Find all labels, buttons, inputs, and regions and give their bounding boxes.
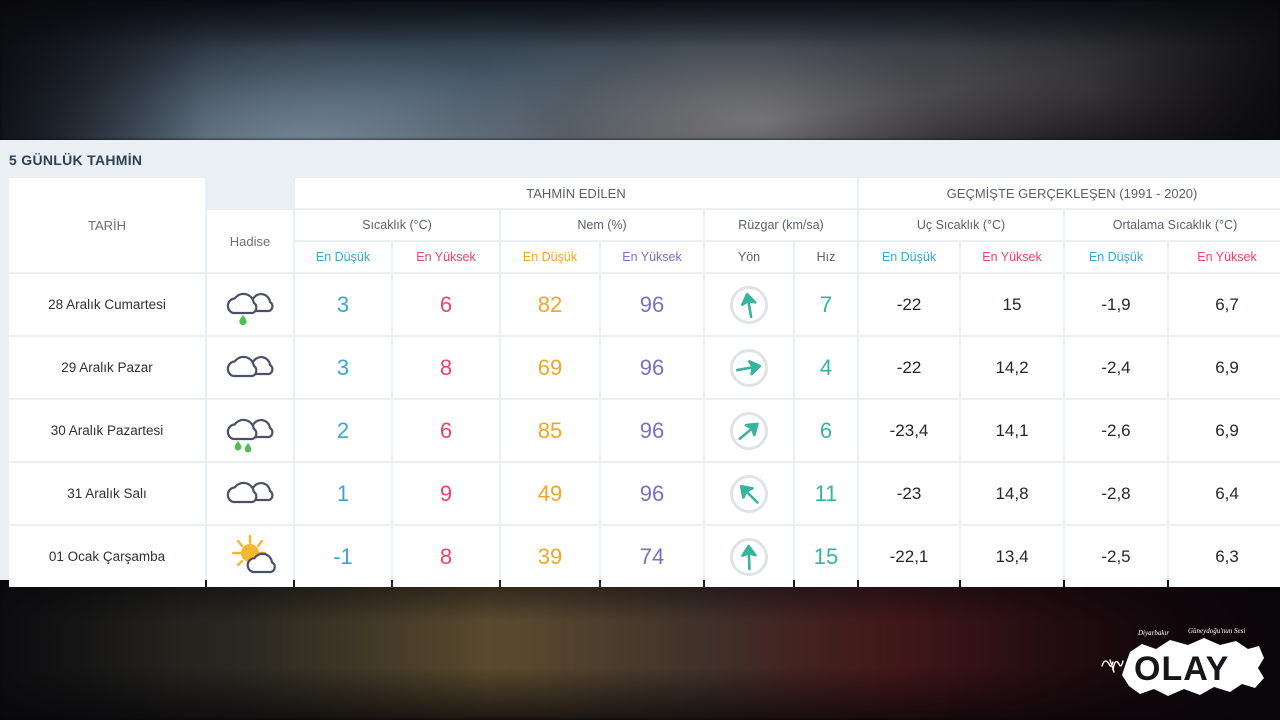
subgroup-header-sicaklik: Sıcaklık (°C)	[295, 210, 499, 240]
cell-hum-max: 74	[601, 526, 703, 587]
footer-background-vignette	[0, 580, 1280, 720]
group-header-history: GEÇMİŞTE GERÇEKLEŞEN (1991 - 2020)	[859, 178, 1280, 208]
cell-ext-min: -23,4	[859, 400, 959, 461]
cell-ext-max: 15	[961, 274, 1063, 335]
cell-temp-min: 3	[295, 274, 391, 335]
col-header-wind-dir: Yön	[705, 242, 793, 272]
col-header-temp-min: En Düşük	[295, 242, 391, 272]
cell-temp-max: 9	[393, 463, 499, 524]
col-header-avg-min: En Düşük	[1065, 242, 1167, 272]
cell-wind-speed: 7	[795, 274, 857, 335]
col-header-hum-max: En Yüksek	[601, 242, 703, 272]
subgroup-header-ruzgar: Rüzgar (km/sa)	[705, 210, 857, 240]
cell-avg-min: -1,9	[1065, 274, 1167, 335]
cell-wind-speed: 11	[795, 463, 857, 524]
col-header-wind-speed: Hız	[795, 242, 857, 272]
col-header-temp-max: En Yüksek	[393, 242, 499, 272]
cell-ext-min: -22	[859, 337, 959, 398]
cell-avg-max: 6,4	[1169, 463, 1280, 524]
cell-ext-max: 14,1	[961, 400, 1063, 461]
cell-ext-min: -23	[859, 463, 959, 524]
cell-avg-max: 6,9	[1169, 400, 1280, 461]
wind-arrow-southeast-icon	[705, 463, 793, 524]
cell-hum-max: 96	[601, 400, 703, 461]
cell-temp-min: -1	[295, 526, 391, 587]
cell-ext-max: 13,4	[961, 526, 1063, 587]
subgroup-header-uc-sicaklik: Uç Sıcaklık (°C)	[859, 210, 1063, 240]
col-header-avg-max: En Yüksek	[1169, 242, 1280, 272]
olay-logo: OLAY Diyarbakır Güneydoğu'nun Sesi	[1096, 618, 1272, 710]
cell-avg-min: -2,4	[1065, 337, 1167, 398]
cell-hum-max: 96	[601, 274, 703, 335]
group-header-forecast: TAHMİN EDİLEN	[295, 178, 857, 208]
sun-cloud-icon	[207, 526, 293, 587]
cell-ext-min: -22	[859, 274, 959, 335]
cell-avg-max: 6,9	[1169, 337, 1280, 398]
cell-avg-max: 6,3	[1169, 526, 1280, 587]
cell-ext-max: 14,2	[961, 337, 1063, 398]
wind-arrow-west-icon	[705, 337, 793, 398]
cell-hum-min: 69	[501, 337, 599, 398]
cell-temp-min: 3	[295, 337, 391, 398]
cell-temp-max: 8	[393, 337, 499, 398]
cell-date: 01 Ocak Çarşamba	[9, 526, 205, 587]
cell-date: 30 Aralık Pazartesi	[9, 400, 205, 461]
cell-wind-speed: 15	[795, 526, 857, 587]
cell-wind-speed: 6	[795, 400, 857, 461]
table-row: 29 Aralık Pazar 386996 4-2214,2-2,46,9	[9, 337, 1280, 398]
cell-wind-speed: 4	[795, 337, 857, 398]
wind-arrow-south-icon	[705, 526, 793, 587]
rain-cloud-heavy-icon	[207, 400, 293, 461]
cell-date: 31 Aralık Salı	[9, 463, 205, 524]
cell-temp-max: 6	[393, 274, 499, 335]
cell-hum-min: 39	[501, 526, 599, 587]
logo-tagline-left: Diyarbakır	[1137, 629, 1169, 637]
col-header-ext-min: En Düşük	[859, 242, 959, 272]
col-header-hadise: Hadise	[207, 210, 293, 272]
page-title: 5 GÜNLÜK TAHMİN	[0, 140, 1280, 176]
col-header-hum-min: En Düşük	[501, 242, 599, 272]
svg-text:OLAY: OLAY	[1134, 650, 1229, 688]
table-row: 30 Aralık Pazartesi2685966-23,414,1-2,66…	[9, 400, 1280, 461]
header-spacer	[207, 178, 293, 208]
cell-temp-max: 6	[393, 400, 499, 461]
cell-temp-min: 1	[295, 463, 391, 524]
cell-avg-max: 6,7	[1169, 274, 1280, 335]
table-row: 31 Aralık Salı 194996 11-2314,8-2,86,4	[9, 463, 1280, 524]
cell-hum-min: 82	[501, 274, 599, 335]
cell-ext-min: -22,1	[859, 526, 959, 587]
subgroup-header-nem: Nem (%)	[501, 210, 703, 240]
cell-temp-max: 8	[393, 526, 499, 587]
cell-hum-max: 96	[601, 463, 703, 524]
cell-avg-min: -2,8	[1065, 463, 1167, 524]
table-header-row-groups: TARİH TAHMİN EDİLEN GEÇMİŞTE GERÇEKLEŞEN…	[9, 178, 1280, 208]
table-body: 28 Aralık Cumartesi3682967-2215-1,96,729…	[9, 274, 1280, 587]
cell-date: 28 Aralık Cumartesi	[9, 274, 205, 335]
cell-ext-max: 14,8	[961, 463, 1063, 524]
forecast-table: TARİH TAHMİN EDİLEN GEÇMİŞTE GERÇEKLEŞEN…	[7, 176, 1280, 589]
table-row: 01 Ocak Çarşamba -183974 15-22,113,4-2,56,…	[9, 526, 1280, 587]
cell-hum-max: 96	[601, 337, 703, 398]
table-row: 28 Aralık Cumartesi 368296 7-2215-1,96,7	[9, 274, 1280, 335]
logo-tagline-right: Güneydoğu'nun Sesi	[1188, 627, 1245, 635]
wind-arrow-southwest-icon	[705, 400, 793, 461]
cell-hum-min: 49	[501, 463, 599, 524]
cell-temp-min: 2	[295, 400, 391, 461]
rain-cloud-icon	[207, 274, 293, 335]
col-header-ext-max: En Yüksek	[961, 242, 1063, 272]
cloudy-icon	[207, 463, 293, 524]
header-background-vignette	[0, 0, 1280, 140]
cell-avg-min: -2,6	[1065, 400, 1167, 461]
col-header-tarih: TARİH	[9, 178, 205, 272]
subgroup-header-ortalama-sicaklik: Ortalama Sıcaklık (°C)	[1065, 210, 1280, 240]
cell-hum-min: 85	[501, 400, 599, 461]
cell-date: 29 Aralık Pazar	[9, 337, 205, 398]
wind-arrow-south-icon	[705, 274, 793, 335]
forecast-panel: 5 GÜNLÜK TAHMİN TARİH TAHMİN EDİLEN GEÇM…	[0, 140, 1280, 580]
cell-avg-min: -2,5	[1065, 526, 1167, 587]
cloudy-icon	[207, 337, 293, 398]
